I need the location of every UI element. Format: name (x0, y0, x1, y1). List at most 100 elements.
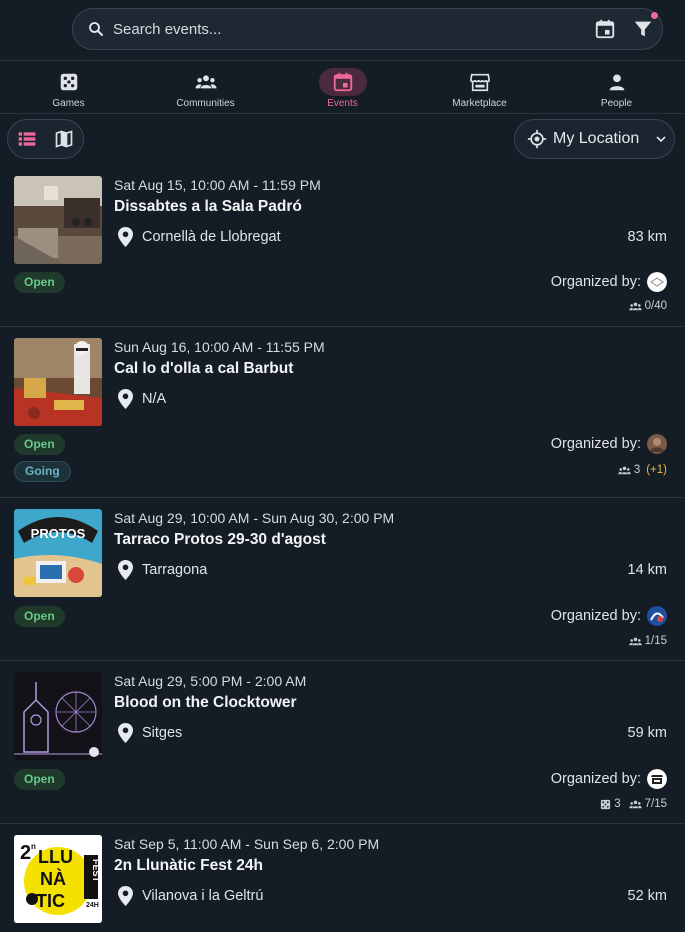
main-tabs: Games Communities Events Marketplace Peo… (0, 62, 685, 114)
event-date: Sat Aug 29, 10:00 AM - Sun Aug 30, 2:00 … (114, 510, 395, 526)
organizer-avatar[interactable] (647, 606, 667, 626)
attendee-count: 0/40 (644, 300, 667, 312)
attendee-count: 7/15 (644, 798, 667, 810)
organizer[interactable]: Organized by: (551, 769, 667, 789)
event-card[interactable]: Sun Aug 16, 10:00 AM - 11:55 PM Cal lo d… (0, 327, 685, 498)
attendance-stats: 3 7/15 (600, 798, 667, 810)
organized-by-label: Organized by: (550, 771, 641, 787)
location-pin-icon (118, 886, 133, 906)
event-title: 2n Llunàtic Fest 24h (114, 857, 264, 874)
organizer-avatar[interactable] (647, 272, 667, 292)
organizer[interactable]: Organized by: (551, 606, 667, 626)
dice-icon (45, 68, 93, 96)
event-location: Vilanova i la Geltrú (117, 885, 263, 907)
event-card[interactable]: Sat Aug 15, 10:00 AM - 11:59 PM Dissabte… (0, 165, 685, 327)
tab-people-label: People (600, 98, 633, 109)
event-thumbnail (14, 176, 102, 264)
people-group-icon (182, 68, 230, 96)
organized-by-label: Organized by: (550, 274, 641, 290)
filter-active-dot (651, 12, 658, 19)
event-date: Sat Sep 5, 11:00 AM - Sun Sep 6, 2:00 PM (114, 836, 380, 852)
attendance-stats: 0/40 (628, 300, 667, 312)
event-location-text: Vilanova i la Geltrú (142, 888, 264, 904)
event-title: Cal lo d'olla a cal Barbut (114, 360, 294, 377)
calendar-filter-icon[interactable] (594, 18, 616, 40)
store-icon (456, 68, 504, 96)
location-pin-icon (118, 389, 133, 409)
calendar-icon (318, 68, 367, 96)
attendee-group: 7/15 (628, 798, 667, 810)
organizer-avatar[interactable] (647, 769, 667, 789)
location-pin-icon (118, 723, 133, 743)
thumb-fest-line1: LLU (38, 847, 73, 867)
attendees-icon (628, 637, 642, 645)
chevron-down-icon (656, 136, 666, 143)
thumb-fest-line2: NÀ (40, 868, 66, 889)
top-bar (0, 0, 685, 61)
attendee-count: 1/15 (644, 635, 667, 647)
tab-events-label: Events (327, 98, 358, 109)
thumb-protos-text: PROTOS (31, 526, 86, 541)
event-distance: 59 km (627, 725, 668, 741)
thumb-fest-side: FEST (91, 859, 101, 883)
attendance-stats: 1/15 (628, 635, 667, 647)
view-toggle (7, 119, 84, 159)
tab-marketplace[interactable]: Marketplace (411, 62, 548, 113)
organized-by-label: Organized by: (550, 608, 641, 624)
event-location-text: N/A (142, 391, 167, 407)
event-thumbnail: PROTOS (14, 509, 102, 597)
event-title: Dissabtes a la Sala Padró (114, 198, 302, 215)
search-input[interactable] (113, 20, 662, 38)
organizer[interactable]: Organized by: (551, 272, 667, 292)
list-view-button[interactable] (8, 120, 46, 158)
event-location: Cornellà de Llobregat (117, 226, 281, 248)
event-location: Tarragona (117, 559, 207, 581)
organizer-avatar[interactable] (647, 434, 667, 454)
event-card[interactable]: PROTOS Sat Aug 29, 10:00 AM - Sun Aug 30… (0, 498, 685, 661)
list-toolbar: My Location (0, 115, 685, 165)
tab-people[interactable]: People (548, 62, 685, 113)
event-card[interactable]: Sat Aug 29, 5:00 PM - 2:00 AM Blood on t… (0, 661, 685, 824)
event-title: Blood on the Clocktower (114, 694, 297, 711)
location-selector[interactable]: My Location (514, 119, 675, 159)
event-distance: 83 km (627, 229, 668, 245)
search-bar[interactable] (72, 8, 663, 50)
event-location-text: Sitges (142, 725, 183, 741)
attendees-icon (628, 302, 642, 310)
filter-icon[interactable] (632, 18, 654, 40)
map-view-button[interactable] (46, 120, 84, 158)
organizer[interactable]: Organized by: (551, 434, 667, 454)
event-date: Sat Aug 15, 10:00 AM - 11:59 PM (114, 177, 321, 193)
location-pin-icon (118, 227, 133, 247)
games-dice-icon (601, 799, 611, 809)
map-icon (55, 130, 73, 148)
organized-by-label: Organized by: (550, 436, 641, 452)
status-chip-open: Open (14, 434, 65, 455)
plus-guests: (+1) (646, 464, 667, 476)
tab-events[interactable]: Events (274, 62, 411, 113)
location-label: My Location (553, 130, 640, 147)
attendee-count: 3 (633, 464, 641, 476)
game-count: 3 (614, 798, 621, 810)
thumb-fest-sup: n (31, 842, 36, 851)
status-chip-open: Open (14, 769, 65, 790)
attendance-stats: 3 (+1) (618, 464, 667, 476)
tab-games-label: Games (52, 98, 85, 109)
event-date: Sun Aug 16, 10:00 AM - 11:55 PM (114, 339, 325, 355)
tab-communities[interactable]: Communities (137, 62, 274, 113)
event-thumbnail: 2 n LLU NÀ TIC FEST 24H (14, 835, 102, 923)
search-icon (89, 22, 103, 36)
event-thumbnail (14, 672, 102, 760)
status-chip-going: Going (14, 461, 71, 482)
event-distance: 14 km (627, 562, 668, 578)
tab-communities-label: Communities (176, 98, 235, 109)
location-pin-icon (118, 560, 133, 580)
event-list: Sat Aug 15, 10:00 AM - 11:59 PM Dissabte… (0, 165, 685, 932)
thumb-fest-line3: TIC (36, 891, 65, 911)
event-card[interactable]: 2 n LLU NÀ TIC FEST 24H Sat Sep 5, 11:00… (0, 824, 685, 932)
tab-marketplace-label: Marketplace (452, 98, 507, 109)
my-location-icon (527, 129, 547, 149)
event-location: Sitges (117, 722, 182, 744)
tab-games[interactable]: Games (0, 62, 137, 113)
status-chip-open: Open (14, 606, 65, 627)
